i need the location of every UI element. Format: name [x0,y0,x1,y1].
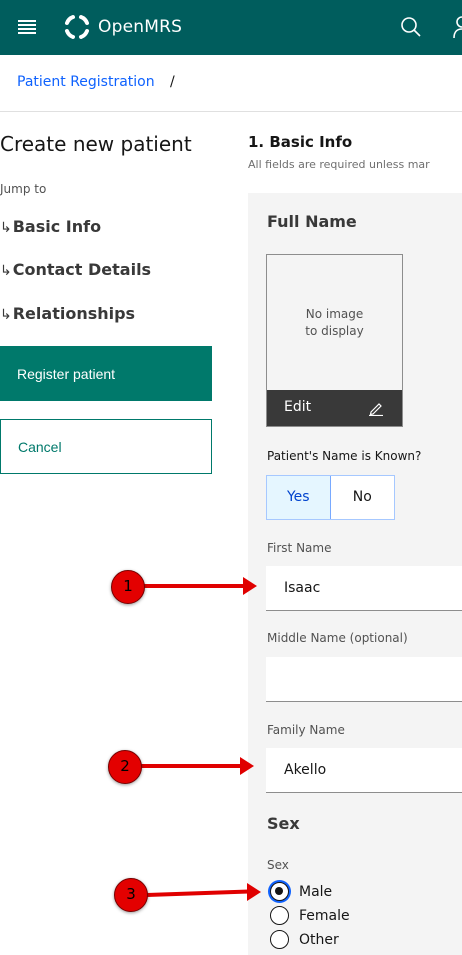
annotation-arrow-1-line [143,584,245,588]
section-title-basic-info: 1. Basic Info [248,133,353,151]
top-nav-bar: OpenMRS [0,0,462,55]
jump-link-basic-info[interactable]: ↳Basic Info [0,217,101,236]
radio-checked-icon[interactable] [270,882,289,901]
openmrs-logo[interactable]: OpenMRS [64,12,182,42]
sex-radio-female[interactable]: Female [270,906,350,925]
first-name-input[interactable] [266,566,462,611]
radio-label: Male [299,883,333,900]
family-name-input[interactable] [266,748,462,793]
hamburger-menu-icon[interactable] [18,17,36,37]
photo-edit-button[interactable]: Edit [267,390,402,426]
jump-link-label: Relationships [12,304,136,323]
annotation-arrow-2-head-icon [240,757,254,775]
patient-photo-box: No image to display Edit [266,254,403,427]
breadcrumb-patient-registration[interactable]: Patient Registration [17,74,155,90]
pencil-edit-icon [369,403,383,416]
name-known-yes-button[interactable]: Yes [267,476,331,519]
jump-link-label: Basic Info [12,217,102,236]
full-name-heading: Full Name [267,212,357,231]
user-icon[interactable] [452,15,462,39]
radio-label: Female [299,907,350,924]
jump-link-label: Contact Details [12,260,152,279]
name-known-no-button[interactable]: No [330,476,394,519]
breadcrumb-separator: / [170,74,175,90]
photo-edit-label: Edit [284,399,312,415]
no-image-text: No image to display [267,306,402,340]
annotation-badge-2: 2 [108,750,142,784]
section-subtitle: All fields are required unless mar [248,158,430,171]
middle-name-label: Middle Name (optional) [267,631,408,645]
annotation-badge-1: 1 [111,570,145,604]
cancel-button[interactable]: Cancel [0,419,212,474]
sex-radio-male[interactable]: Male [270,882,332,901]
radio-unchecked-icon[interactable] [270,906,289,925]
openmrs-logo-icon [65,15,89,39]
middle-name-input[interactable] [266,657,462,702]
jump-arrow-icon: ↳ [0,220,12,236]
annotation-arrow-3-head-icon [247,883,261,901]
sex-radio-other[interactable]: Other [270,930,339,949]
jump-to-label: Jump to [0,182,47,196]
app-name: OpenMRS [98,17,183,37]
no-image-line-2: to display [305,324,364,338]
annotation-arrow-2-line [140,764,242,768]
first-name-label: First Name [267,541,332,555]
register-patient-button[interactable]: Register patient [0,346,212,401]
annotation-badge-3: 3 [114,878,148,912]
radio-unchecked-icon[interactable] [270,930,289,949]
name-known-switcher: Yes No [266,475,395,520]
name-known-label: Patient's Name is Known? [267,449,422,463]
no-image-line-1: No image [305,307,364,321]
sex-label: Sex [267,858,289,872]
annotation-arrow-3-line [146,889,250,897]
radio-label: Other [299,931,339,948]
search-icon[interactable] [400,16,422,38]
jump-link-contact-details[interactable]: ↳Contact Details [0,260,151,279]
jump-link-relationships[interactable]: ↳Relationships [0,304,135,323]
sex-heading: Sex [267,814,300,833]
jump-arrow-icon: ↳ [0,263,12,279]
annotation-arrow-1-head-icon [243,577,257,595]
breadcrumb: Patient Registration / [0,55,462,112]
jump-arrow-icon: ↳ [0,307,12,323]
page-title: Create new patient [0,132,192,156]
family-name-label: Family Name [267,723,345,737]
